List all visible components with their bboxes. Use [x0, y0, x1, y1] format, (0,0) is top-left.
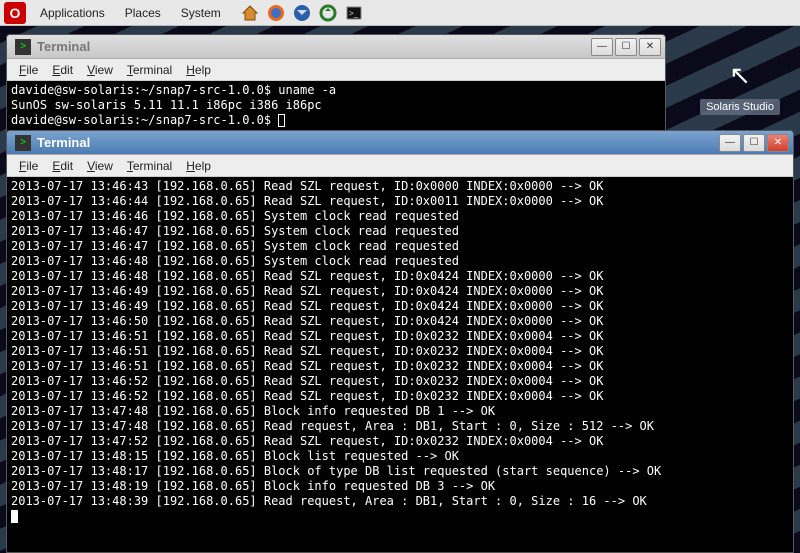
- menu-help[interactable]: Help: [180, 157, 217, 175]
- window-title: Terminal: [37, 39, 591, 54]
- menu-terminal[interactable]: Terminal: [121, 61, 178, 79]
- menu-view[interactable]: View: [81, 61, 119, 79]
- firefox-icon[interactable]: [265, 2, 287, 24]
- panel-menu: Applications Places System: [32, 2, 229, 24]
- menubar: File Edit View Terminal Help: [7, 155, 793, 177]
- panel-system[interactable]: System: [173, 2, 229, 24]
- terminal-icon: >: [15, 39, 31, 55]
- cursor: [11, 510, 18, 523]
- minimize-button[interactable]: —: [719, 134, 741, 152]
- terminal-output[interactable]: 2013-07-17 13:46:43 [192.168.0.65] Read …: [7, 177, 793, 552]
- close-button[interactable]: ✕: [639, 38, 661, 56]
- maximize-button[interactable]: ☐: [615, 38, 637, 56]
- menu-view[interactable]: View: [81, 157, 119, 175]
- titlebar[interactable]: > Terminal — ☐ ✕: [7, 131, 793, 155]
- menu-terminal[interactable]: Terminal: [121, 157, 178, 175]
- terminal-window-background[interactable]: > Terminal — ☐ ✕ File Edit View Terminal…: [6, 34, 666, 132]
- close-button[interactable]: ✕: [767, 134, 789, 152]
- minimize-button[interactable]: —: [591, 38, 613, 56]
- panel-applications[interactable]: Applications: [32, 2, 113, 24]
- panel-launchers: >_: [239, 2, 365, 24]
- terminal-icon: >: [15, 135, 31, 151]
- home-icon[interactable]: [239, 2, 261, 24]
- thunderbird-icon[interactable]: [291, 2, 313, 24]
- window-title: Terminal: [37, 135, 719, 150]
- update-icon[interactable]: [317, 2, 339, 24]
- cursor-icon: ↖: [720, 55, 760, 95]
- maximize-button[interactable]: ☐: [743, 134, 765, 152]
- desktop-shortcut-label: Solaris Studio: [700, 99, 780, 115]
- menu-edit[interactable]: Edit: [46, 61, 79, 79]
- menubar: File Edit View Terminal Help: [7, 59, 665, 81]
- menu-file[interactable]: File: [13, 157, 44, 175]
- titlebar[interactable]: > Terminal — ☐ ✕: [7, 35, 665, 59]
- menu-file[interactable]: File: [13, 61, 44, 79]
- oracle-logo-icon[interactable]: O: [4, 2, 26, 24]
- terminal-launcher-icon[interactable]: >_: [343, 2, 365, 24]
- terminal-output[interactable]: davide@sw-solaris:~/snap7-src-1.0.0$ una…: [7, 81, 665, 131]
- terminal-window-foreground[interactable]: > Terminal — ☐ ✕ File Edit View Terminal…: [6, 130, 794, 553]
- desktop-shortcut-solaris-studio[interactable]: ↖ Solaris Studio: [700, 55, 780, 115]
- menu-edit[interactable]: Edit: [46, 157, 79, 175]
- cursor: [278, 114, 285, 127]
- panel-places[interactable]: Places: [117, 2, 169, 24]
- menu-help[interactable]: Help: [180, 61, 217, 79]
- desktop-panel: O Applications Places System >_: [0, 0, 800, 26]
- svg-text:>_: >_: [349, 9, 359, 18]
